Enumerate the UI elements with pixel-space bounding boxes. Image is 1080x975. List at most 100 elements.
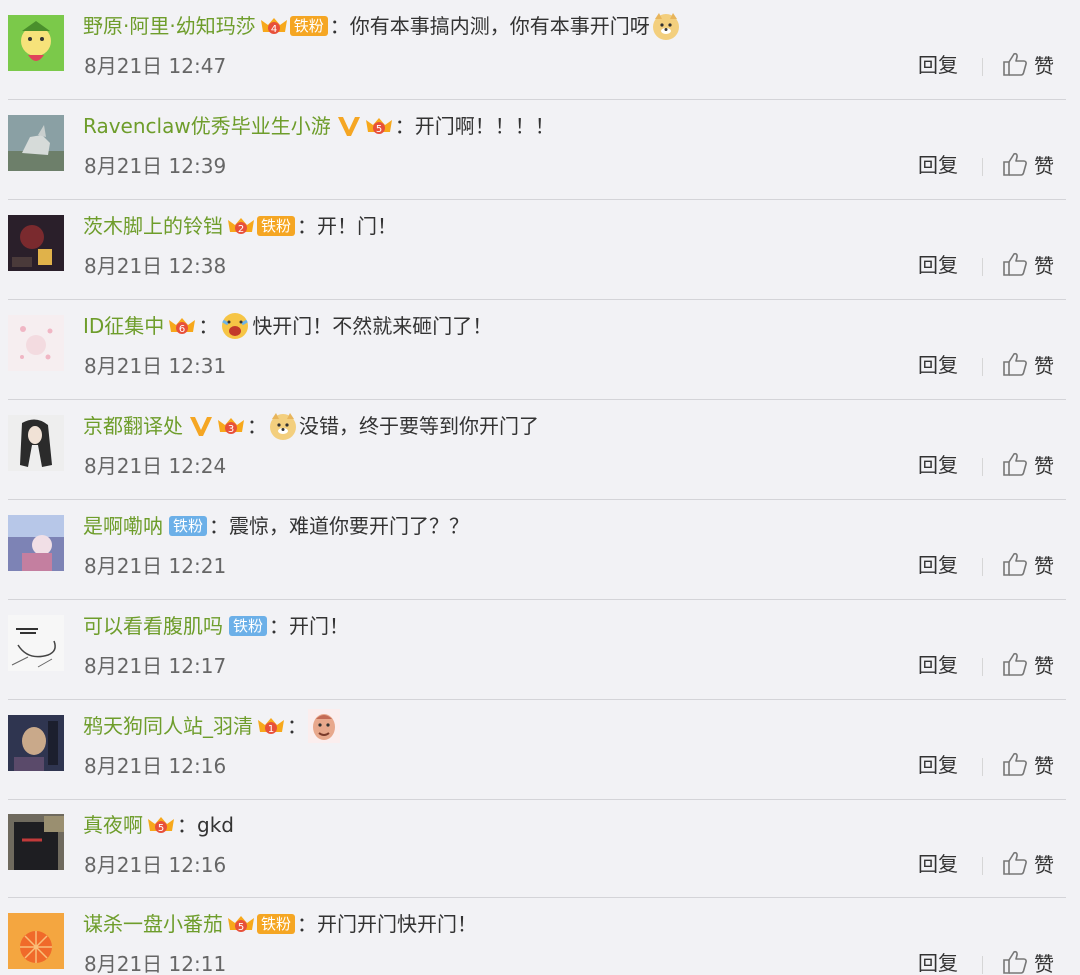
reply-button[interactable]: 回复 xyxy=(918,650,958,680)
comment-text: 开门！ xyxy=(289,614,350,638)
avatar[interactable] xyxy=(8,115,64,171)
reply-button[interactable]: 回复 xyxy=(918,450,958,480)
like-button[interactable]: 赞 xyxy=(1002,748,1054,784)
like-button[interactable]: 赞 xyxy=(1002,48,1054,84)
thumbs-up-icon xyxy=(1002,949,1028,975)
avatar[interactable] xyxy=(8,415,64,471)
reply-button[interactable]: 回复 xyxy=(918,150,958,180)
username-link[interactable]: ID征集中 xyxy=(83,310,164,342)
like-button[interactable]: 赞 xyxy=(1002,348,1054,384)
comment-item: ID征集中 6 ： 快开门！不然就来砸门了！ 8月21日 12:31 回复 赞 xyxy=(0,300,1080,400)
username-link[interactable]: 野原·阿里·幼知玛莎 xyxy=(83,10,256,42)
avatar-image xyxy=(8,715,64,771)
colon-separator: ： xyxy=(247,414,267,438)
thumbs-up-icon xyxy=(1002,351,1028,381)
reply-button[interactable]: 回复 xyxy=(918,948,958,975)
like-label: 赞 xyxy=(1034,853,1054,877)
comment-text: 开！门！ xyxy=(317,214,398,238)
action-divider xyxy=(982,857,983,875)
fan-level-crown-icon: 2 xyxy=(227,216,255,236)
avatar-image xyxy=(8,415,64,471)
like-button[interactable]: 赞 xyxy=(1002,847,1054,883)
verified-v-icon xyxy=(189,415,213,437)
thumbs-up-icon xyxy=(1002,651,1028,681)
fan-level-number: 3 xyxy=(228,424,234,435)
avatar[interactable] xyxy=(8,615,64,671)
username-link[interactable]: 真夜啊 xyxy=(83,809,143,841)
avatar-image xyxy=(8,615,64,671)
fan-level-number: 2 xyxy=(238,224,244,235)
reply-button[interactable]: 回复 xyxy=(918,350,958,380)
username-link[interactable]: 可以看看腹肌吗 xyxy=(83,610,223,642)
reply-button[interactable]: 回复 xyxy=(918,250,958,280)
comment-item: 野原·阿里·幼知玛莎 4 铁粉 ： 你有本事搞内测，你有本事开门呀 8月21日 … xyxy=(0,0,1080,100)
tiefen-badge: 铁粉 xyxy=(169,516,208,536)
fan-level-crown-icon: 5 xyxy=(227,914,255,934)
action-divider xyxy=(982,258,983,276)
comment-text: 开门啊！！！！ xyxy=(414,114,555,138)
username-link[interactable]: 是啊嘞呐 xyxy=(83,510,163,542)
avatar-image xyxy=(8,315,64,371)
like-button[interactable]: 赞 xyxy=(1002,946,1054,975)
avatar[interactable] xyxy=(8,315,64,371)
doge-emoji-icon xyxy=(268,411,298,441)
tiefen-badge: 铁粉 xyxy=(257,914,296,934)
reply-button[interactable]: 回复 xyxy=(918,50,958,80)
fan-level-number: 6 xyxy=(179,324,185,335)
like-label: 赞 xyxy=(1034,154,1054,178)
comment-list: 野原·阿里·幼知玛莎 4 铁粉 ： 你有本事搞内测，你有本事开门呀 8月21日 … xyxy=(0,0,1080,975)
thumbs-up-icon xyxy=(1002,551,1028,581)
action-divider xyxy=(982,58,983,76)
avatar[interactable] xyxy=(8,814,64,870)
username-link[interactable]: 茨木脚上的铃铛 xyxy=(83,210,223,242)
username-link[interactable]: 鸦天狗同人站_羽清 xyxy=(83,710,253,742)
reply-button[interactable]: 回复 xyxy=(918,849,958,879)
like-button[interactable]: 赞 xyxy=(1002,248,1054,284)
avatar-image xyxy=(8,913,64,969)
username-link[interactable]: 谋杀一盘小番茄 xyxy=(83,908,223,940)
comment-text: gkd xyxy=(197,813,234,837)
username-link[interactable]: Ravenclaw优秀毕业生小游 xyxy=(83,110,331,142)
avatar[interactable] xyxy=(8,515,64,571)
action-divider xyxy=(982,658,983,676)
avatar-image xyxy=(8,814,64,870)
fan-level-number: 1 xyxy=(268,724,274,735)
action-divider xyxy=(982,558,983,576)
like-button[interactable]: 赞 xyxy=(1002,148,1054,184)
comment-item: 可以看看腹肌吗 铁粉 ： 开门！ 8月21日 12:17 回复 赞 xyxy=(0,600,1080,700)
colon-separator: ： xyxy=(394,114,415,138)
like-label: 赞 xyxy=(1034,754,1054,778)
thumbs-up-icon xyxy=(1002,51,1028,81)
avatar[interactable] xyxy=(8,215,64,271)
comment-time: 8月21日 12:47 xyxy=(84,54,227,78)
reply-button[interactable]: 回复 xyxy=(918,750,958,780)
avatar[interactable] xyxy=(8,715,64,771)
comment-text: 你有本事搞内测，你有本事开门呀 xyxy=(349,14,650,38)
comment-text: 快开门！不然就来砸门了！ xyxy=(252,314,493,338)
tiefen-badge: 铁粉 xyxy=(229,616,268,636)
colon-separator: ： xyxy=(269,614,290,638)
avatar[interactable] xyxy=(8,913,64,969)
fan-level-number: 4 xyxy=(271,24,277,35)
comment-item: 鸦天狗同人站_羽清 1 ： 8月21日 12:16 回复 赞 xyxy=(0,700,1080,800)
thumbs-up-icon xyxy=(1002,451,1028,481)
like-button[interactable]: 赞 xyxy=(1002,648,1054,684)
avatar[interactable] xyxy=(8,15,64,71)
old-man-face-emoji-icon xyxy=(308,709,340,743)
username-link[interactable]: 京都翻译处 xyxy=(83,410,183,442)
comment-item: 茨木脚上的铃铛 2 铁粉 ： 开！门！ 8月21日 12:38 回复 赞 xyxy=(0,200,1080,300)
like-label: 赞 xyxy=(1034,554,1054,578)
doge-emoji-icon xyxy=(651,11,681,41)
comment-time: 8月21日 12:16 xyxy=(84,853,227,877)
tiefen-badge: 铁粉 xyxy=(257,216,296,236)
fan-level-number: 5 xyxy=(376,124,382,135)
thumbs-up-icon xyxy=(1002,751,1028,781)
reply-button[interactable]: 回复 xyxy=(918,550,958,580)
thumbs-up-icon xyxy=(1002,251,1028,281)
avatar-image xyxy=(8,215,64,271)
like-button[interactable]: 赞 xyxy=(1002,448,1054,484)
fan-level-crown-icon: 6 xyxy=(168,316,196,336)
comment-time: 8月21日 12:24 xyxy=(84,454,227,478)
like-button[interactable]: 赞 xyxy=(1002,548,1054,584)
comment-time: 8月21日 12:38 xyxy=(84,254,227,278)
